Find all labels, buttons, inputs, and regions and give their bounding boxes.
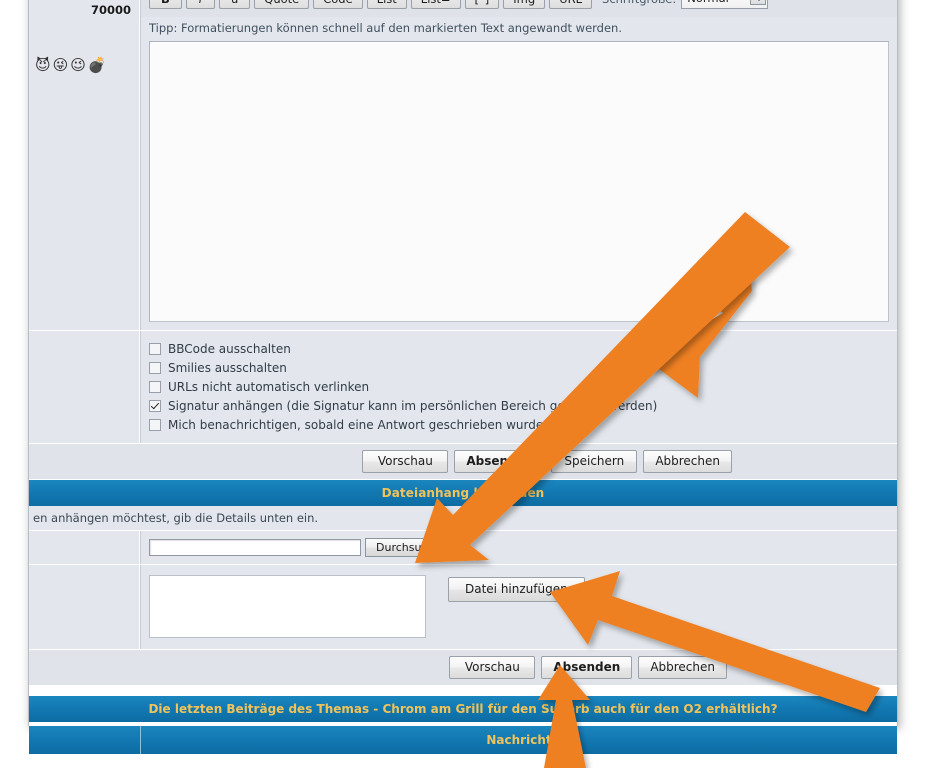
- crazy-smiley-icon[interactable]: 😜: [53, 56, 70, 74]
- thread-col-author: [29, 726, 141, 754]
- fontsize-select[interactable]: Normal: [681, 0, 769, 9]
- bottom-button-bar: Vorschau Absenden Abbrechen: [29, 649, 897, 685]
- post-button-bar: Vorschau Absenden Speichern Abbrechen: [29, 443, 897, 479]
- sidebar-tip-spacer: [29, 17, 140, 39]
- option-disable-smilies-label: Smilies ausschalten: [168, 360, 287, 375]
- bomb-smiley-icon[interactable]: 💣: [88, 56, 108, 74]
- devil-smiley-icon[interactable]: 😈: [35, 56, 52, 74]
- attachment-list-box[interactable]: [149, 575, 426, 638]
- quote-button[interactable]: Quote: [254, 0, 310, 9]
- upload-section-header: Dateianhang hochladen: [29, 479, 897, 506]
- sidebar-char-note-cell: t mehr als 70000: [29, 0, 140, 17]
- code-button[interactable]: Code: [313, 0, 363, 9]
- ordered-list-button[interactable]: List=: [410, 0, 461, 9]
- chevron-down-icon[interactable]: [750, 0, 767, 5]
- fontsize-label: Schriftgröße:: [602, 0, 676, 6]
- option-attach-signature-label: Signatur anhängen (die Signatur kann im …: [168, 398, 658, 413]
- option-notify-reply[interactable]: Mich benachrichtigen, sobald eine Antwor…: [149, 415, 889, 434]
- italic-button[interactable]: i: [185, 0, 215, 9]
- option-attach-signature[interactable]: Signatur anhängen (die Signatur kann im …: [149, 396, 889, 415]
- underline-button[interactable]: u: [218, 0, 251, 9]
- add-file-button[interactable]: Datei hinzufügen: [448, 577, 585, 602]
- message-cell: [140, 39, 897, 330]
- bottom-cancel-button[interactable]: Abbrechen: [638, 656, 727, 679]
- checkbox-notify-reply[interactable]: [149, 418, 161, 431]
- option-disable-smilies[interactable]: Smilies ausschalten: [149, 358, 889, 377]
- checkbox-disable-bbcode[interactable]: [149, 342, 161, 355]
- upload-note: en anhängen möchtest, gib die Details un…: [29, 506, 897, 530]
- upload-list-label-cell: [29, 565, 140, 649]
- list-item-button[interactable]: [*]: [464, 0, 500, 9]
- formatting-tip: Tipp: Formatierungen können schnell auf …: [140, 17, 897, 39]
- upload-list-row: Datei hinzufügen: [29, 564, 897, 649]
- cancel-button[interactable]: Abbrechen: [643, 450, 732, 473]
- toolbar-cell: BiuQuoteCodeListList=[*]ImgURL Schriftgrö…: [140, 0, 897, 17]
- bold-button[interactable]: B: [149, 0, 182, 9]
- editor-message-row: 😈😜😉💣: [29, 39, 897, 330]
- char-limit-note: t mehr als 70000: [29, 0, 139, 17]
- upload-file-row: Durchsuchen...: [29, 530, 897, 564]
- char-limit-value: 70000: [90, 3, 131, 17]
- checkbox-no-autolink[interactable]: [149, 380, 161, 393]
- image-button[interactable]: Img: [503, 0, 546, 9]
- footer-gap: [29, 685, 897, 696]
- thread-col-message: Nachricht: [486, 733, 552, 747]
- save-button[interactable]: Speichern: [551, 450, 638, 473]
- list-button[interactable]: List: [366, 0, 407, 9]
- url-button[interactable]: URL: [549, 0, 593, 9]
- bottom-submit-button[interactable]: Absenden: [541, 656, 633, 679]
- checkbox-attach-signature[interactable]: [149, 399, 161, 412]
- post-options-row: BBCode ausschalten Smilies ausschalten U…: [29, 330, 897, 443]
- upload-note-row: en anhängen möchtest, gib die Details un…: [29, 506, 897, 530]
- post-options-cell: BBCode ausschalten Smilies ausschalten U…: [140, 331, 897, 443]
- submit-button[interactable]: Absenden: [454, 450, 546, 473]
- thread-column-headers: Nachricht: [29, 726, 897, 754]
- thread-header: Die letzten Beiträge des Themas - Chrom …: [29, 696, 897, 722]
- upload-file-cell: Durchsuchen...: [140, 531, 897, 564]
- bottom-preview-button[interactable]: Vorschau: [449, 656, 536, 679]
- checkbox-disable-smilies[interactable]: [149, 361, 161, 374]
- forum-page: t mehr als 70000 BiuQuoteCodeListList=[*…: [28, 0, 898, 754]
- option-no-autolink[interactable]: URLs nicht automatisch verlinken: [149, 377, 889, 396]
- file-path-input[interactable]: [149, 539, 361, 556]
- editor-tip-row: Tipp: Formatierungen können schnell auf …: [29, 17, 897, 39]
- wink-smiley-icon[interactable]: 😉: [70, 56, 87, 74]
- upload-list-cell: Datei hinzufügen: [140, 565, 897, 649]
- editor-toolbar-row: t mehr als 70000 BiuQuoteCodeListList=[*…: [29, 0, 897, 17]
- fontsize-value: Normal: [682, 0, 729, 7]
- smilies-palette[interactable]: 😈😜😉💣: [29, 39, 139, 83]
- browse-button[interactable]: Durchsuchen...: [365, 538, 470, 557]
- upload-file-label-cell: [29, 531, 140, 564]
- message-input[interactable]: [149, 41, 889, 322]
- preview-button[interactable]: Vorschau: [362, 450, 449, 473]
- sidebar-smilies-cell: 😈😜😉💣: [29, 39, 140, 330]
- option-no-autolink-label: URLs nicht automatisch verlinken: [168, 379, 370, 394]
- option-disable-bbcode-label: BBCode ausschalten: [168, 341, 291, 356]
- sidebar-options-spacer: [29, 331, 140, 443]
- option-notify-reply-label: Mich benachrichtigen, sobald eine Antwor…: [168, 417, 544, 432]
- option-disable-bbcode[interactable]: BBCode ausschalten: [149, 339, 889, 358]
